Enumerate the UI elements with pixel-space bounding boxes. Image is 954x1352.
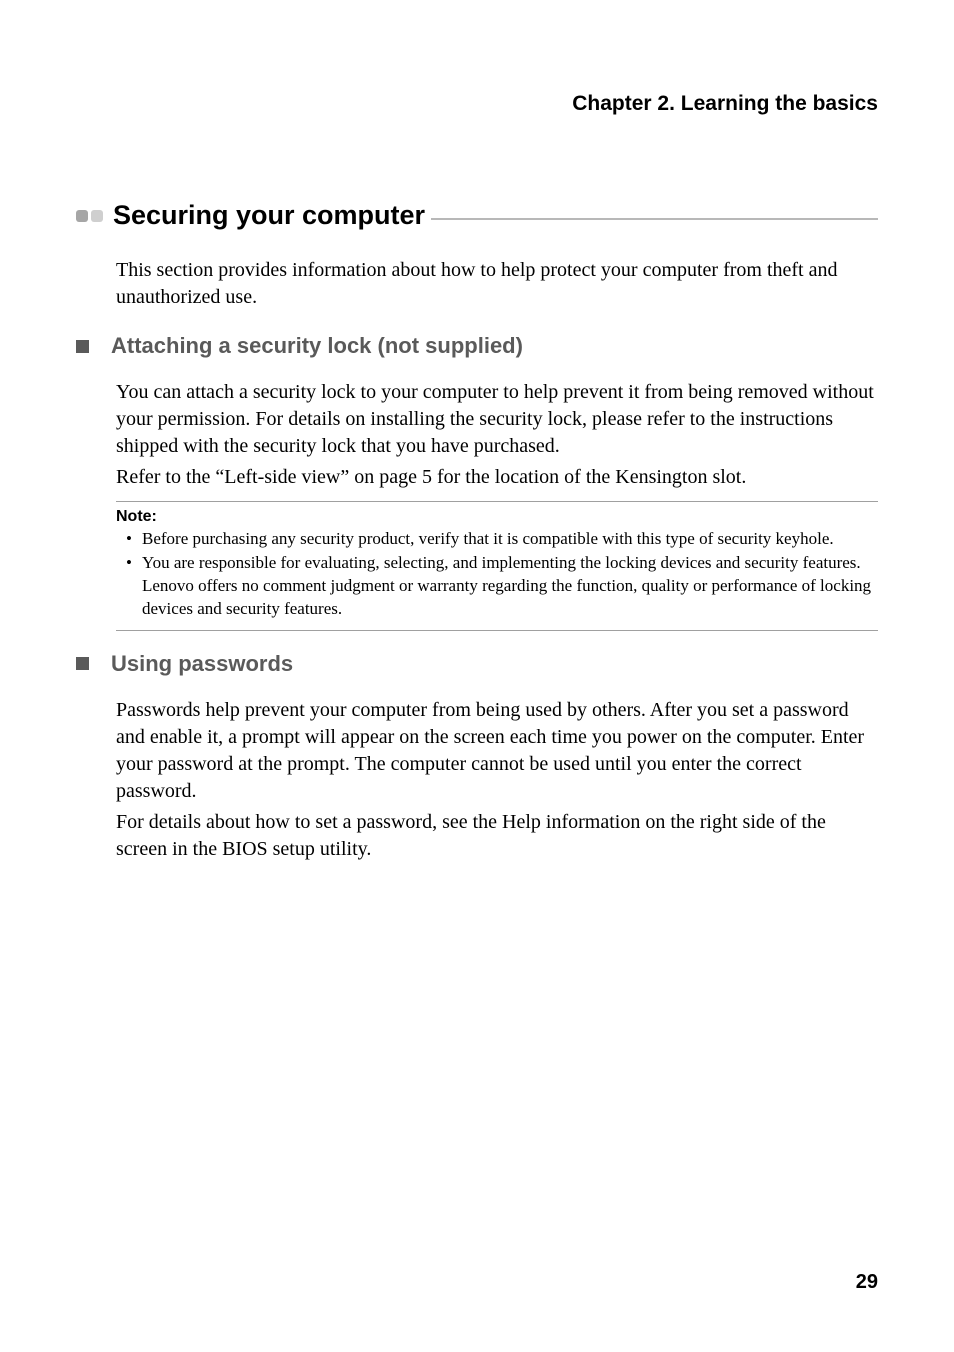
subsection-1-para-1: You can attach a security lock to your c… (116, 379, 878, 460)
note-item: Before purchasing any security product, … (130, 528, 878, 551)
subsection-2-title: Using passwords (111, 651, 293, 677)
subsection-1-header: Attaching a security lock (not supplied) (76, 333, 878, 359)
section-title-rule (431, 218, 878, 220)
subsection-2-para-2: For details about how to set a password,… (116, 809, 878, 863)
section-intro: This section provides information about … (116, 257, 878, 311)
page-number: 29 (856, 1271, 878, 1294)
subsection-1-para-2: Refer to the “Left-side view” on page 5 … (116, 464, 878, 491)
document-page: Chapter 2. Learning the basics Securing … (0, 0, 954, 863)
section-title: Securing your computer (113, 200, 425, 231)
subsection-1-title: Attaching a security lock (not supplied) (111, 333, 523, 359)
section-bullets-icon (76, 210, 103, 222)
square-bullet-icon (76, 340, 89, 353)
note-label: Note: (116, 508, 878, 526)
note-list: Before purchasing any security product, … (116, 528, 878, 621)
subsection-2-para-1: Passwords help prevent your computer fro… (116, 697, 878, 805)
subsection-2-header: Using passwords (76, 651, 878, 677)
section-title-row: Securing your computer (76, 200, 878, 231)
chapter-header: Chapter 2. Learning the basics (76, 92, 878, 116)
square-bullet-icon (76, 657, 89, 670)
note-box: Note: Before purchasing any security pro… (116, 501, 878, 631)
note-item: You are responsible for evaluating, sele… (130, 552, 878, 621)
